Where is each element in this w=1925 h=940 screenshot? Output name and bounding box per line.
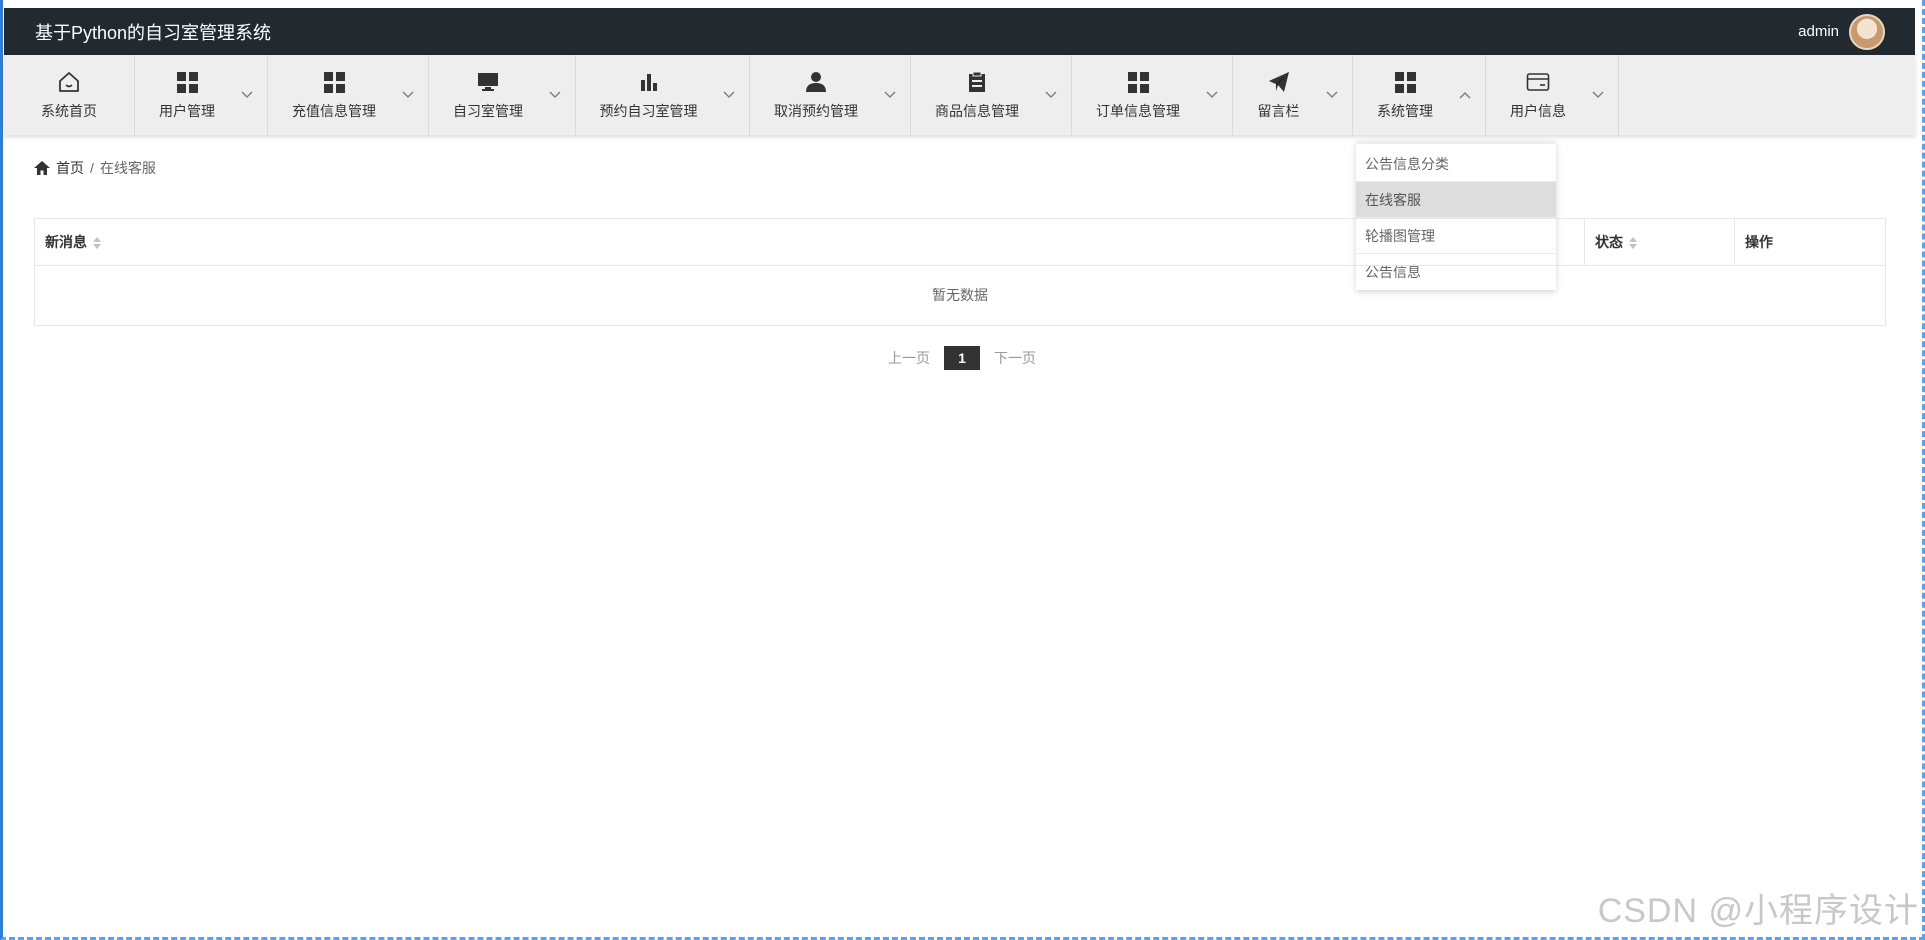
chevron-down-icon [1045,91,1057,98]
chevron-down-icon [241,91,253,98]
app-title: 基于Python的自习室管理系统 [35,22,272,43]
next-page-button[interactable]: 下一页 [994,348,1036,368]
watermark: CSDN @小程序设计 [1597,892,1919,930]
pagination: 上一页 1 下一页 [888,346,1036,370]
top-bar: 基于Python的自习室管理系统 admin [4,8,1915,55]
sort-icon[interactable] [93,236,101,249]
nav-label: 商品信息管理 [935,103,1019,119]
chevron-down-icon [1592,91,1604,98]
nav-item-reservations[interactable]: 预约自习室管理 [576,55,750,135]
breadcrumb-separator: / [90,160,94,176]
nav-item-users[interactable]: 用户管理 [135,55,268,135]
chevron-down-icon [723,91,735,98]
chevron-up-icon [1459,92,1471,99]
grid-icon [174,69,200,95]
user-menu[interactable]: admin [1798,13,1885,50]
window-frame [0,0,1925,940]
avatar[interactable] [1849,13,1885,50]
person-icon [803,69,829,95]
column-header-actions: 操作 [1734,219,1886,266]
nav-item-recharge[interactable]: 充值信息管理 [268,55,429,135]
column-header-new-message[interactable]: 新消息 [35,219,1355,266]
column-header-label: 新消息 [45,234,87,250]
message-table: 新消息 状态 操作 暂无数据 [34,218,1886,326]
grid-icon [1392,69,1418,95]
chevron-down-icon [549,91,561,98]
menu-item-notice-category[interactable]: 公告信息分类 [1356,146,1556,182]
bar-chart-icon [636,69,662,95]
nav-label: 用户管理 [159,103,215,119]
nav-item-cancellations[interactable]: 取消预约管理 [750,55,911,135]
nav-label: 取消预约管理 [774,103,858,119]
prev-page-button[interactable]: 上一页 [888,348,930,368]
chevron-down-icon [1206,91,1218,98]
nav-label: 充值信息管理 [292,103,376,119]
home-icon [56,69,82,95]
nav-label: 订单信息管理 [1096,103,1180,119]
nav-item-study-rooms[interactable]: 自习室管理 [429,55,576,135]
home-icon [34,161,50,175]
nav-item-goods[interactable]: 商品信息管理 [911,55,1072,135]
nav-item-messages[interactable]: 留言栏 [1233,55,1353,135]
nav-label: 预约自习室管理 [599,103,698,119]
nav-label: 用户信息 [1510,103,1566,119]
column-header-status[interactable]: 状态 [1584,219,1734,266]
paper-plane-icon [1266,69,1292,95]
monitor-icon [475,69,501,95]
nav-label: 系统首页 [41,103,97,119]
breadcrumb: 首页 / 在线客服 [34,158,156,178]
card-icon [1525,69,1551,95]
menu-item-online-service[interactable]: 在线客服 [1356,182,1556,218]
nav-label: 留言栏 [1257,103,1300,119]
column-header-label: 状态 [1595,234,1623,250]
nav-item-system[interactable]: 系统管理 [1353,55,1486,135]
empty-state: 暂无数据 [932,287,988,303]
page-number-button[interactable]: 1 [944,346,980,370]
nav-item-user-info[interactable]: 用户信息 [1486,55,1619,135]
column-header-label: 操作 [1745,234,1773,250]
user-name[interactable]: admin [1798,23,1839,40]
main-nav: 系统首页 用户管理 充值信息管理 自习室管理 预约自习室管理 取消预约管理 商品… [4,55,1915,135]
nav-label: 自习室管理 [453,103,523,119]
breadcrumb-home[interactable]: 首页 [56,158,84,178]
grid-icon [1125,69,1151,95]
grid-icon [321,69,347,95]
sort-icon[interactable] [1629,236,1637,249]
nav-item-orders[interactable]: 订单信息管理 [1072,55,1233,135]
table-header: 新消息 状态 操作 [35,219,1885,266]
chevron-down-icon [402,91,414,98]
breadcrumb-current: 在线客服 [99,160,156,176]
chevron-down-icon [884,91,896,98]
nav-item-home[interactable]: 系统首页 [4,55,135,135]
clipboard-icon [964,69,990,95]
chevron-down-icon [1326,91,1338,98]
nav-label: 系统管理 [1377,103,1433,119]
